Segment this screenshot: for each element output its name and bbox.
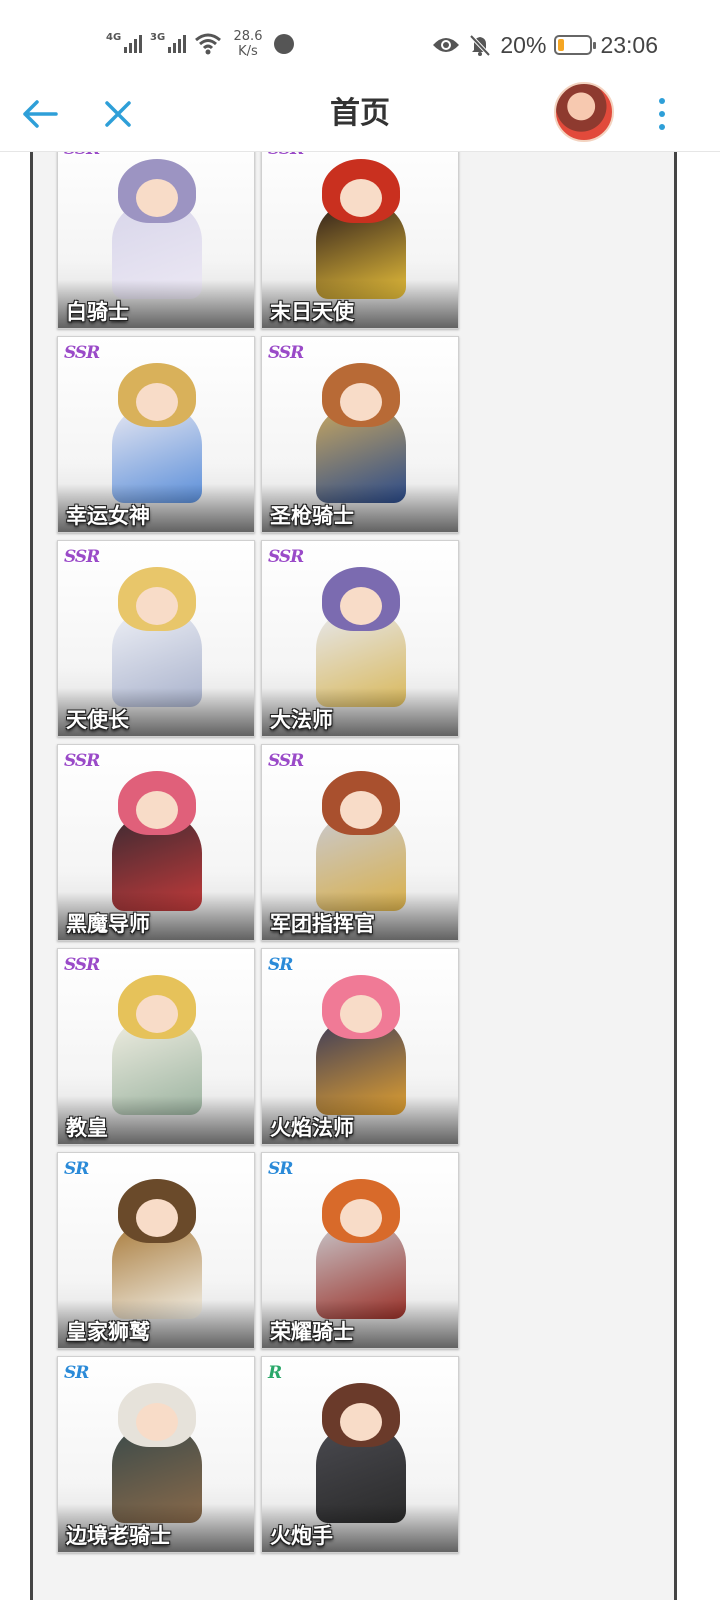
character-card[interactable]: SSR 黑魔导师 [57, 744, 255, 941]
character-name: 荣耀骑士 [270, 1320, 354, 1344]
rarity-badge: SSR [64, 955, 100, 975]
battery-percent: 20% [500, 31, 547, 58]
character-name: 天使长 [66, 708, 129, 732]
character-name: 大法师 [270, 708, 333, 732]
character-name: 军团指挥官 [270, 912, 375, 936]
rarity-badge: SSR [268, 343, 304, 363]
character-name: 皇家狮鹫 [66, 1320, 150, 1344]
content-area: SSR白骑士SSR末日天使SSR幸运女神SSR圣枪骑士SSR天使长SSR大法师S… [30, 152, 677, 1600]
rarity-badge: SR [268, 955, 293, 975]
rarity-badge: SSR [64, 547, 100, 567]
rarity-badge: R [268, 1363, 282, 1383]
eye-icon [433, 38, 460, 52]
character-card[interactable]: SSR 白骑士 [57, 152, 255, 329]
rarity-badge: SR [64, 1363, 89, 1383]
wifi-icon [195, 33, 221, 55]
battery-fill [558, 39, 565, 51]
more-vertical-icon [659, 98, 665, 104]
character-card[interactable]: SR 荣耀骑士 [261, 1152, 459, 1349]
signal-icon: 4G [106, 32, 142, 53]
app-bar: 首页 [0, 82, 720, 152]
avatar[interactable] [554, 82, 614, 142]
character-name: 黑魔导师 [66, 912, 150, 936]
character-card[interactable]: SSR 幸运女神 [57, 336, 255, 533]
rarity-badge: SR [268, 1159, 293, 1179]
rarity-badge: SSR [268, 547, 304, 567]
character-name: 教皇 [66, 1116, 108, 1140]
rarity-badge: SSR [64, 343, 100, 363]
signal-icon: 3G [150, 32, 186, 53]
character-grid: SSR白骑士SSR末日天使SSR幸运女神SSR圣枪骑士SSR天使长SSR大法师S… [57, 152, 461, 1553]
character-card[interactable]: SSR 教皇 [57, 948, 255, 1145]
rarity-badge: SSR [268, 751, 304, 771]
character-card[interactable]: SSR 大法师 [261, 540, 459, 737]
net-speed-unit: K/s [238, 44, 258, 59]
character-name: 末日天使 [270, 300, 354, 324]
character-card[interactable]: R 火炮手 [261, 1356, 459, 1553]
status-bar: 4G 3G 28.6 K/s 20% 23:06 [0, 0, 720, 82]
more-button[interactable] [648, 92, 676, 136]
character-card[interactable]: SSR 末日天使 [261, 152, 459, 329]
character-name: 幸运女神 [66, 504, 150, 528]
net-speed-value: 28.6 [233, 29, 263, 44]
globe-icon [274, 34, 294, 54]
character-card[interactable]: SSR 圣枪骑士 [261, 336, 459, 533]
rarity-badge: SSR [268, 152, 304, 159]
character-card[interactable]: SSR 军团指挥官 [261, 744, 459, 941]
rarity-badge: SSR [64, 751, 100, 771]
character-name: 白骑士 [66, 300, 129, 324]
character-name: 火焰法师 [270, 1116, 354, 1140]
battery-icon [554, 35, 597, 55]
clock: 23:06 [600, 31, 658, 58]
character-name: 边境老骑士 [66, 1524, 171, 1548]
status-right: 20% 23:06 [432, 28, 658, 62]
character-card[interactable]: SSR 天使长 [57, 540, 255, 737]
sim2-tag: 3G [150, 32, 166, 43]
mute-bell-icon [469, 34, 491, 57]
character-card[interactable]: SR 皇家狮鹫 [57, 1152, 255, 1349]
net-speed: 28.6 K/s [230, 29, 266, 59]
character-card[interactable]: SR 火焰法师 [261, 948, 459, 1145]
sim1-tag: 4G [106, 32, 122, 43]
character-name: 火炮手 [270, 1524, 333, 1548]
character-name: 圣枪骑士 [270, 504, 354, 528]
status-left: 4G 3G 28.6 K/s [106, 26, 294, 62]
rarity-badge: SSR [64, 152, 100, 159]
rarity-badge: SR [64, 1159, 89, 1179]
character-card[interactable]: SR 边境老骑士 [57, 1356, 255, 1553]
